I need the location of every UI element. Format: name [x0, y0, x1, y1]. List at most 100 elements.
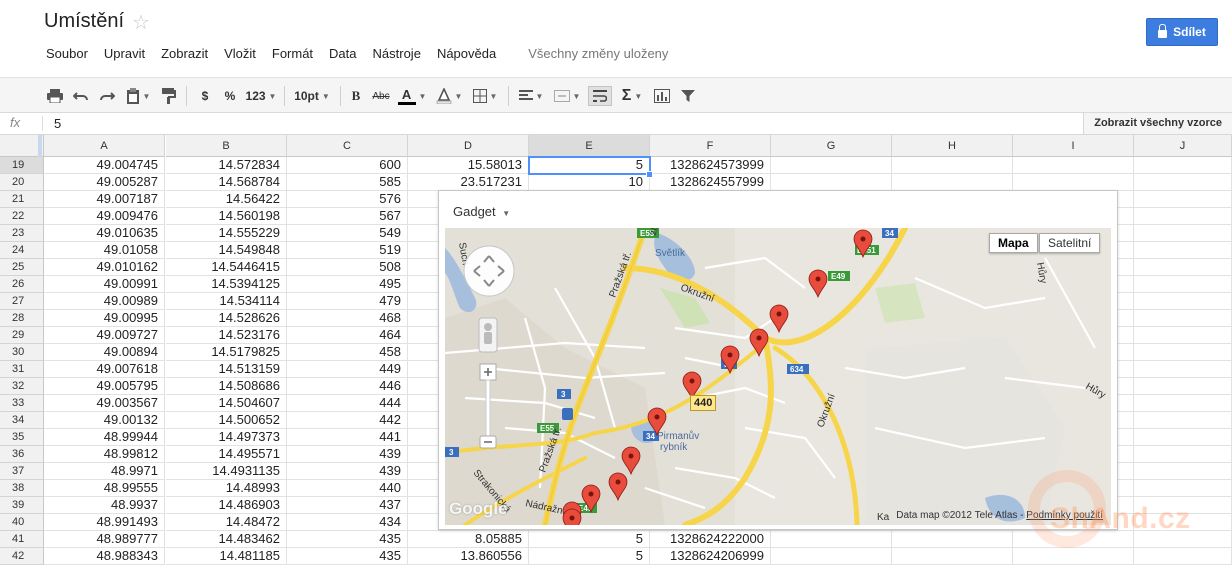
row-header[interactable]: 35	[0, 429, 44, 446]
grid-cell[interactable]: 14.560198	[166, 208, 287, 225]
grid-cell[interactable]: 49.007187	[44, 191, 165, 208]
grid-cell[interactable]	[1134, 276, 1232, 293]
merge-cells-icon[interactable]: ▼	[552, 86, 582, 106]
print-icon[interactable]	[46, 86, 64, 106]
select-all-corner[interactable]	[0, 135, 44, 157]
grid-cell[interactable]: 458	[287, 344, 408, 361]
pan-control[interactable]	[463, 245, 515, 297]
strikethrough-button[interactable]: Abc	[370, 86, 392, 106]
row-header[interactable]: 26	[0, 276, 44, 293]
grid-cell[interactable]: 14.523176	[166, 327, 287, 344]
grid-cell[interactable]	[1134, 378, 1232, 395]
grid-cell[interactable]	[892, 531, 1013, 548]
menu-file[interactable]: Soubor	[38, 46, 96, 64]
wrap-text-icon[interactable]	[588, 86, 612, 106]
column-header-g[interactable]: G	[771, 135, 892, 157]
grid-cell[interactable]: 14.486903	[166, 497, 287, 514]
grid-cell[interactable]: 14.483462	[166, 531, 287, 548]
text-color-button[interactable]: A ▼	[396, 86, 428, 106]
grid-cell[interactable]: 576	[287, 191, 408, 208]
grid-cell[interactable]: 442	[287, 412, 408, 429]
grid-cell[interactable]: 14.48993	[166, 480, 287, 497]
grid-cell[interactable]: 14.497373	[166, 429, 287, 446]
grid-cell[interactable]: 13.860556	[408, 548, 529, 565]
grid-cell[interactable]	[1013, 548, 1134, 565]
grid-cell[interactable]: 49.00991	[44, 276, 165, 293]
grid-cell[interactable]	[771, 174, 892, 191]
grid-cell[interactable]: 449	[287, 361, 408, 378]
column-header-h[interactable]: H	[892, 135, 1013, 157]
grid-cell[interactable]: 440	[287, 480, 408, 497]
grid-cell[interactable]: 49.003567	[44, 395, 165, 412]
share-button[interactable]: Sdílet	[1146, 18, 1218, 46]
grid-cell[interactable]: 49.010162	[44, 259, 165, 276]
grid-cell[interactable]: 49.010635	[44, 225, 165, 242]
row-header[interactable]: 41	[0, 531, 44, 548]
show-all-formulas-button[interactable]: Zobrazit všechny vzorce	[1083, 113, 1232, 134]
row-header[interactable]: 20	[0, 174, 44, 191]
menu-format[interactable]: Formát	[264, 46, 321, 64]
grid-cell[interactable]	[1134, 395, 1232, 412]
grid-cell[interactable]: 14.56422	[166, 191, 287, 208]
grid-cell[interactable]: 14.549848	[166, 242, 287, 259]
grid-cell[interactable]: 600	[287, 157, 408, 174]
column-header-f[interactable]: F	[650, 135, 771, 157]
grid-cell[interactable]: 468	[287, 310, 408, 327]
grid-cell[interactable]	[1134, 310, 1232, 327]
grid-cell[interactable]: 49.005795	[44, 378, 165, 395]
row-header[interactable]: 42	[0, 548, 44, 565]
grid-cell[interactable]: 437	[287, 497, 408, 514]
grid-cell[interactable]: 15.58013	[408, 157, 529, 174]
column-header-b[interactable]: B	[166, 135, 287, 157]
grid-cell[interactable]: 14.555229	[166, 225, 287, 242]
grid-cell[interactable]: 5	[529, 531, 650, 548]
map[interactable]: E55 E55 E49 E49 E551 34 34 34 3 3 634 Pr…	[445, 228, 1111, 525]
grid-cell[interactable]: 49.004745	[44, 157, 165, 174]
column-header-d[interactable]: D	[408, 135, 529, 157]
grid-cell[interactable]: 435	[287, 548, 408, 565]
grid-cell[interactable]	[1134, 327, 1232, 344]
redo-icon[interactable]	[98, 86, 116, 106]
grid-cell[interactable]	[1134, 548, 1232, 565]
grid-cell[interactable]	[1134, 225, 1232, 242]
grid-cell[interactable]	[771, 157, 892, 174]
grid-cell[interactable]: 5	[529, 548, 650, 565]
grid-cell[interactable]: 49.00132	[44, 412, 165, 429]
formula-input[interactable]: 5	[54, 116, 61, 131]
column-header-j[interactable]: J	[1134, 135, 1232, 157]
grid-cell[interactable]	[892, 174, 1013, 191]
fill-color-icon[interactable]: ▼	[434, 86, 464, 106]
column-header-a[interactable]: A	[44, 135, 165, 157]
row-header[interactable]: 21	[0, 191, 44, 208]
grid-cell[interactable]: 49.009476	[44, 208, 165, 225]
grid-cell[interactable]: 14.481185	[166, 548, 287, 565]
grid-cell[interactable]: 585	[287, 174, 408, 191]
gadget-menu[interactable]: Gadget ▼	[453, 204, 510, 219]
grid-cell[interactable]: 14.513159	[166, 361, 287, 378]
grid-cell[interactable]: 48.99555	[44, 480, 165, 497]
fill-handle[interactable]	[646, 171, 653, 178]
row-header[interactable]: 37	[0, 463, 44, 480]
grid-cell[interactable]	[1013, 157, 1134, 174]
grid-cell[interactable]	[1134, 446, 1232, 463]
grid-cell[interactable]: 1328624206999	[650, 548, 771, 565]
grid-cell[interactable]: 49.00995	[44, 310, 165, 327]
grid-cell[interactable]: 48.99944	[44, 429, 165, 446]
grid-cell[interactable]: 441	[287, 429, 408, 446]
grid-cell[interactable]: 14.495571	[166, 446, 287, 463]
grid-cell[interactable]: 14.534114	[166, 293, 287, 310]
grid-cell[interactable]: 464	[287, 327, 408, 344]
grid-cell[interactable]: 1328624573999	[650, 157, 771, 174]
row-header[interactable]: 31	[0, 361, 44, 378]
menu-edit[interactable]: Upravit	[96, 46, 153, 64]
grid-cell[interactable]	[1134, 157, 1232, 174]
row-header[interactable]: 39	[0, 497, 44, 514]
currency-button[interactable]: $	[198, 86, 212, 106]
grid-cell[interactable]: 49.01058	[44, 242, 165, 259]
grid-cell[interactable]: 14.4931135	[166, 463, 287, 480]
grid-cell[interactable]: 444	[287, 395, 408, 412]
grid-cell[interactable]	[1134, 429, 1232, 446]
grid-cell[interactable]: 14.572834	[166, 157, 287, 174]
bold-button[interactable]: B	[348, 86, 364, 106]
grid-cell[interactable]: 14.48472	[166, 514, 287, 531]
